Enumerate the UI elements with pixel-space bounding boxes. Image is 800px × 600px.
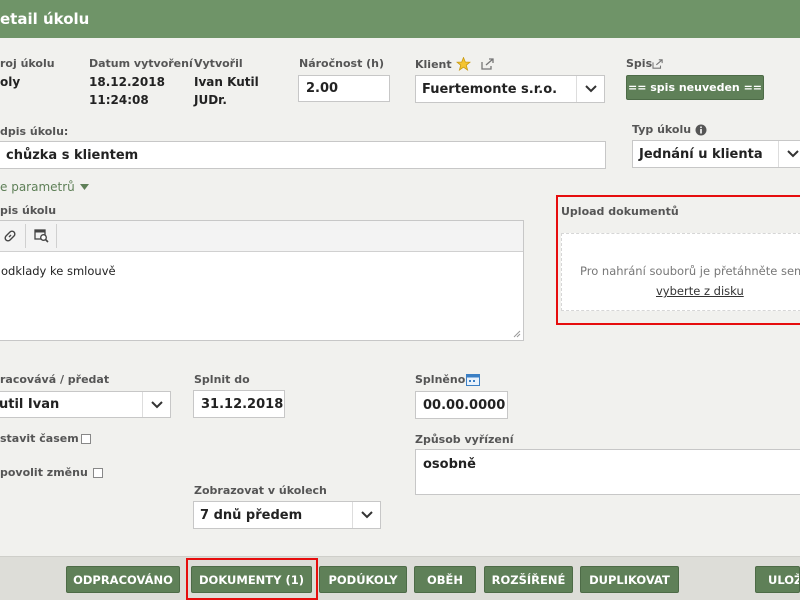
documents-button-label: DOKUMENTY (1)	[199, 572, 304, 587]
assignee-value: util Ivan	[0, 397, 60, 412]
upload-browse-link[interactable]: vyberte z disku	[656, 284, 744, 298]
params-link: e parametrů	[0, 180, 75, 194]
subject-value: chůzka s klientem	[6, 147, 139, 163]
client-label-row: Klient	[415, 57, 495, 71]
timer-label: stavit časem	[0, 432, 79, 445]
subject-input[interactable]: chůzka s klientem	[0, 141, 606, 169]
flow-button[interactable]: OBĚH	[414, 566, 476, 593]
star-icon[interactable]	[455, 57, 471, 71]
params-toggle[interactable]: e parametrů	[0, 180, 89, 194]
duplicate-button-label: DUPLIKOVAT	[589, 572, 670, 587]
show-in-value: 7 dnů předem	[200, 507, 303, 523]
description-label: pis úkolu	[0, 204, 57, 217]
chevron-down-icon	[576, 76, 604, 102]
description-editor: odklady ke smlouvě	[0, 220, 524, 341]
upload-title: Upload dokumentů	[561, 205, 679, 218]
task-type-label: Typ úkolu	[632, 123, 692, 136]
created-date: 18.12.2018	[89, 75, 165, 89]
deadline-value: 31.12.2018	[201, 396, 284, 412]
source-value: oly	[0, 75, 21, 89]
task-type-value: Jednání u klienta	[639, 146, 763, 162]
resize-handle-icon[interactable]	[512, 329, 521, 338]
allow-change-label: povolit změnu	[0, 466, 88, 479]
resolution-label: Způsob vyřízení	[415, 433, 514, 446]
spis-button-label: == spis neuveden ==	[627, 81, 762, 94]
done-label-row: Splněno	[415, 373, 481, 386]
duplicate-button[interactable]: DUPLIKOVAT	[580, 566, 679, 593]
author-title: JUDr.	[194, 93, 227, 107]
resolution-textarea[interactable]: osobně	[415, 449, 800, 495]
editor-toolbar	[0, 221, 523, 252]
subject-label: dpis úkolu:	[0, 125, 69, 138]
show-in-label: Zobrazovat v úkolech	[194, 484, 327, 497]
client-select[interactable]: Fuertemonte s.r.o.	[415, 75, 605, 103]
caret-down-icon	[79, 184, 89, 190]
chevron-down-icon	[142, 392, 170, 417]
show-in-select[interactable]: 7 dnů předem	[193, 501, 381, 529]
toolbar-divider	[56, 224, 57, 248]
effort-input[interactable]: 2.00	[298, 75, 390, 102]
allow-change-checkbox[interactable]	[92, 468, 103, 478]
upload-hint: Pro nahrání souborů je přetáhněte sem ne…	[580, 264, 800, 278]
subtasks-button[interactable]: PODÚKOLY	[319, 566, 407, 593]
effort-label: Náročnost (h)	[299, 57, 385, 70]
window-title-bar: etail úkolu	[0, 0, 800, 38]
created-label: Datum vytvoření	[89, 57, 193, 70]
resolution-value: osobně	[423, 457, 476, 472]
assignee-select[interactable]: util Ivan	[0, 391, 171, 418]
extended-button[interactable]: ROZŠÍŘENÉ	[484, 566, 573, 593]
toolbar-divider	[25, 224, 26, 248]
info-icon[interactable]	[695, 124, 707, 136]
source-label: roj úkolu	[0, 57, 55, 70]
effort-value: 2.00	[306, 81, 339, 96]
author-name: Ivan Kutil	[194, 75, 259, 89]
save-button[interactable]: ULOŽ	[755, 566, 800, 593]
flow-button-label: OBĚH	[426, 572, 464, 587]
find-replace-icon[interactable]	[30, 225, 52, 247]
save-button-label: ULOŽ	[768, 572, 800, 587]
done-button-label: ODPRACOVÁNO	[73, 572, 173, 587]
created-time: 11:24:08	[89, 93, 149, 107]
external-link-icon[interactable]	[480, 58, 495, 70]
documents-button[interactable]: DOKUMENTY (1)	[191, 566, 312, 593]
spis-label-row: Spis	[626, 57, 664, 70]
description-text[interactable]: odklady ke smlouvě	[0, 252, 523, 290]
task-type-select[interactable]: Jednání u klienta	[632, 140, 800, 168]
chevron-down-icon	[352, 502, 380, 528]
assignee-label: racovává / předat	[0, 373, 110, 386]
timer-checkbox[interactable]	[80, 434, 91, 444]
deadline-label: Splnit do	[194, 373, 250, 386]
chevron-down-icon	[778, 141, 800, 167]
author-label: Vytvořil	[194, 57, 243, 70]
timer-option[interactable]: stavit časem	[0, 432, 91, 445]
link-icon[interactable]	[0, 225, 21, 247]
client-value: Fuertemonte s.r.o.	[422, 81, 558, 97]
spis-label: Spis	[626, 57, 653, 70]
extended-button-label: ROZŠÍŘENÉ	[491, 572, 566, 587]
subtasks-button-label: PODÚKOLY	[328, 572, 398, 587]
external-link-icon[interactable]	[652, 58, 664, 69]
window-title: etail úkolu	[0, 10, 90, 28]
task-type-label-row: Typ úkolu	[632, 123, 707, 136]
deadline-input[interactable]: 31.12.2018	[193, 390, 285, 418]
done-value: 00.00.0000	[423, 397, 506, 413]
upload-highlight: Upload dokumentů Pro nahrání souborů je …	[556, 195, 800, 325]
done-button[interactable]: ODPRACOVÁNO	[66, 566, 180, 593]
done-input[interactable]: 00.00.0000	[415, 391, 508, 419]
calendar-icon[interactable]	[466, 373, 481, 386]
spis-button[interactable]: == spis neuveden ==	[626, 75, 764, 100]
client-label: Klient	[415, 57, 452, 71]
done-label: Splněno	[415, 373, 466, 386]
allow-change-option[interactable]: povolit změnu	[0, 466, 103, 479]
upload-dropzone[interactable]: Pro nahrání souborů je přetáhněte sem ne…	[561, 233, 800, 311]
